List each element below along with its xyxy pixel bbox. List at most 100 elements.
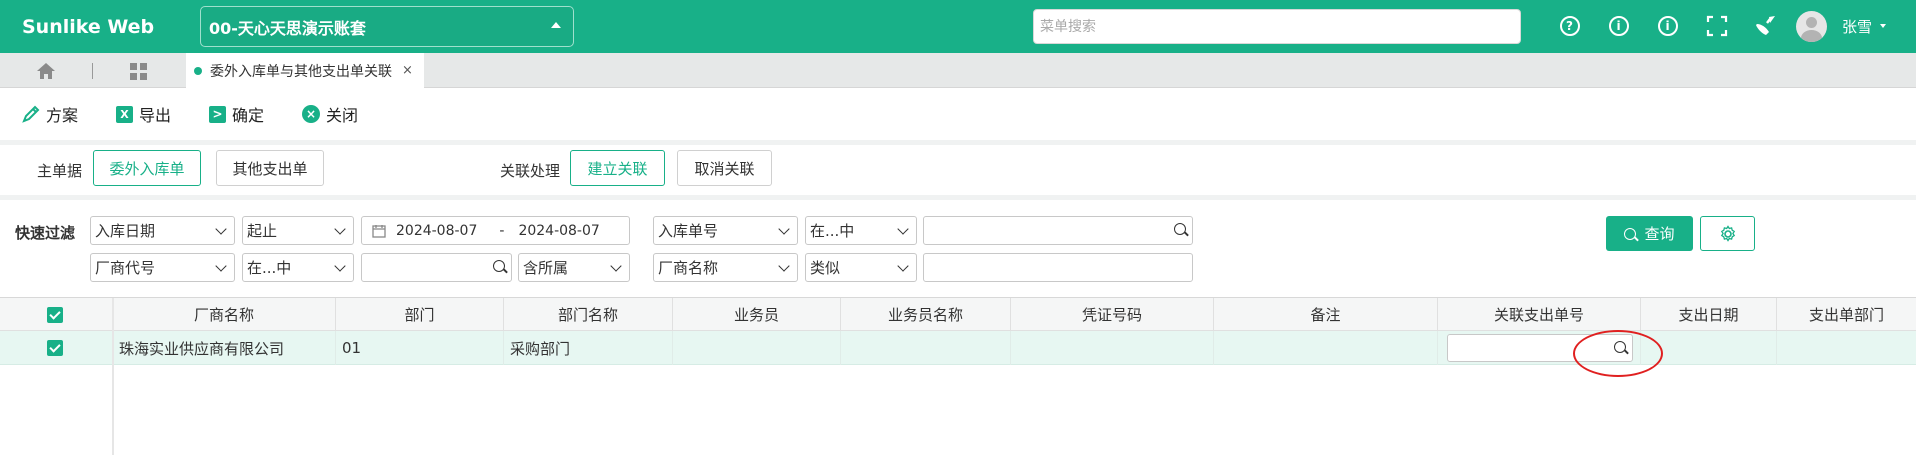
main-doc-label: 主单据 — [37, 162, 83, 180]
col-header-linked-no[interactable]: 关联支出单号 — [1438, 298, 1641, 331]
broom-icon[interactable] — [1741, 12, 1790, 40]
filter-field-date[interactable]: 入库日期 — [90, 216, 235, 245]
chevron-down-icon — [215, 260, 227, 272]
table-row[interactable]: 珠海实业供应商有限公司 01 采购部门 — [0, 331, 1916, 365]
caret-down-icon[interactable] — [1880, 24, 1886, 28]
date-to[interactable]: 2024-08-07 — [518, 223, 599, 239]
grid-header: 厂商名称 部门 部门名称 业务员 业务员名称 凭证号码 备注 关联支出单号 支出… — [0, 298, 1916, 331]
select-all-checkbox[interactable] — [47, 307, 63, 323]
cell-dept: 01 — [336, 331, 504, 365]
cell-salesman — [673, 331, 841, 365]
filter-field-vendor-name-value: 厂商名称 — [658, 259, 719, 277]
export-label: 导出 — [139, 106, 172, 125]
toolbar: 方案 X 导出 > 确定 × 关闭 — [0, 88, 1916, 140]
vendor-name-input[interactable] — [923, 253, 1193, 282]
header-icon-bar: ? i i — [1545, 12, 1790, 40]
tab-bar: 委外入库单与其他支出单关联 × — [0, 53, 1916, 88]
filter-op-in[interactable]: 在...中 — [805, 216, 917, 245]
filter-field-vendor-name[interactable]: 厂商名称 — [653, 253, 798, 282]
close-circle-icon: × — [302, 105, 321, 123]
about-icon[interactable]: i — [1643, 12, 1692, 40]
col-header-dept-name[interactable]: 部门名称 — [504, 298, 673, 331]
fullscreen-icon[interactable] — [1692, 12, 1741, 40]
filter-op-range-value: 起止 — [247, 222, 278, 240]
col-header-dept[interactable]: 部门 — [336, 298, 504, 331]
filter-field-docno-value: 入库单号 — [658, 222, 719, 240]
row-checkbox[interactable] — [47, 340, 63, 356]
col-header-salesman-name[interactable]: 业务员名称 — [841, 298, 1011, 331]
doc-a-button[interactable]: 委外入库单 — [93, 150, 201, 186]
close-icon[interactable]: × — [402, 63, 413, 78]
chevron-down-icon — [334, 223, 346, 235]
confirm-icon: > — [209, 105, 227, 123]
scheme-button[interactable]: 方案 — [22, 102, 78, 126]
query-label: 查询 — [1644, 225, 1675, 243]
cell-remark — [1214, 331, 1438, 365]
gear-icon — [1720, 224, 1735, 242]
chevron-down-icon — [778, 260, 790, 272]
chevron-down-icon — [334, 260, 346, 272]
vendor-code-input[interactable] — [361, 253, 512, 282]
filter-op-vendor-code-value: 在...中 — [247, 259, 292, 277]
col-header-remark[interactable]: 备注 — [1214, 298, 1438, 331]
filter-include-sub[interactable]: 含所属 — [518, 253, 630, 282]
tab-divider — [92, 63, 93, 79]
col-header-pay-dept[interactable]: 支出单部门 — [1777, 298, 1916, 331]
search-icon[interactable] — [493, 260, 505, 272]
search-icon[interactable] — [1174, 223, 1186, 235]
filter-op-vendor-code[interactable]: 在...中 — [242, 253, 354, 282]
linked-no-input[interactable] — [1447, 334, 1633, 362]
search-icon[interactable] — [1614, 341, 1626, 353]
cell-salesman-name — [841, 331, 1011, 365]
header-select-all-cell — [0, 298, 113, 331]
link-button[interactable]: 建立关联 — [570, 150, 665, 186]
cell-vendor-name: 珠海实业供应商有限公司 — [113, 331, 336, 365]
filter-op-like[interactable]: 类似 — [805, 253, 917, 282]
menu-search-input[interactable] — [1033, 9, 1521, 44]
cell-dept-name: 采购部门 — [504, 331, 673, 365]
col-header-voucher[interactable]: 凭证号码 — [1011, 298, 1214, 331]
export-button[interactable]: X 导出 — [116, 102, 171, 126]
col-header-salesman[interactable]: 业务员 — [673, 298, 841, 331]
help-icon[interactable]: ? — [1545, 12, 1594, 40]
col-header-vendor-name[interactable]: 厂商名称 — [113, 298, 336, 331]
close-button[interactable]: × 关闭 — [302, 102, 358, 126]
doc-b-button[interactable]: 其他支出单 — [216, 150, 324, 186]
confirm-button[interactable]: > 确定 — [209, 102, 264, 126]
unlink-button[interactable]: 取消关联 — [677, 150, 772, 186]
active-dot-icon — [194, 66, 202, 75]
brand-logo: Sunlike Web — [22, 15, 155, 38]
info-icon[interactable]: i — [1594, 12, 1643, 40]
filter-field-docno[interactable]: 入库单号 — [653, 216, 798, 245]
tab-document-label: 委外入库单与其他支出单关联 — [210, 63, 392, 80]
home-icon[interactable] — [36, 62, 56, 80]
process-label: 关联处理 — [500, 162, 561, 180]
avatar[interactable] — [1796, 11, 1827, 42]
username[interactable]: 张雪 — [1842, 16, 1872, 37]
account-select[interactable]: 00-天心天思演示账套 — [200, 6, 574, 47]
tab-document[interactable]: 委外入库单与其他支出单关联 × — [186, 53, 424, 88]
chevron-down-icon — [897, 223, 909, 235]
chevron-down-icon — [897, 260, 909, 272]
edit-scheme-icon — [22, 105, 40, 123]
row-select-cell — [0, 331, 113, 365]
cell-pay-date — [1641, 331, 1777, 365]
query-button[interactable]: 查询 — [1606, 216, 1693, 251]
filter-field-vendor-code[interactable]: 厂商代号 — [90, 253, 235, 282]
grid-icon[interactable] — [129, 62, 148, 81]
cell-voucher — [1011, 331, 1214, 365]
close-label: 关闭 — [326, 106, 359, 125]
chevron-down-icon — [778, 223, 790, 235]
filter-op-range[interactable]: 起止 — [242, 216, 354, 245]
filter-field-date-value: 入库日期 — [95, 222, 156, 240]
scheme-label: 方案 — [46, 106, 79, 125]
date-range-input[interactable]: 2024-08-07 - 2024-08-07 — [361, 216, 630, 245]
account-select-value: 00-天心天思演示账套 — [209, 18, 366, 38]
filter-settings-button[interactable] — [1700, 216, 1755, 251]
docno-value-input[interactable] — [923, 216, 1193, 245]
filter-include-sub-value: 含所属 — [523, 259, 569, 277]
relation-panel: 主单据 委外入库单 其他支出单 关联处理 建立关联 取消关联 — [0, 145, 1916, 195]
date-from[interactable]: 2024-08-07 — [396, 223, 477, 239]
col-header-pay-date[interactable]: 支出日期 — [1641, 298, 1777, 331]
confirm-label: 确定 — [232, 106, 265, 125]
